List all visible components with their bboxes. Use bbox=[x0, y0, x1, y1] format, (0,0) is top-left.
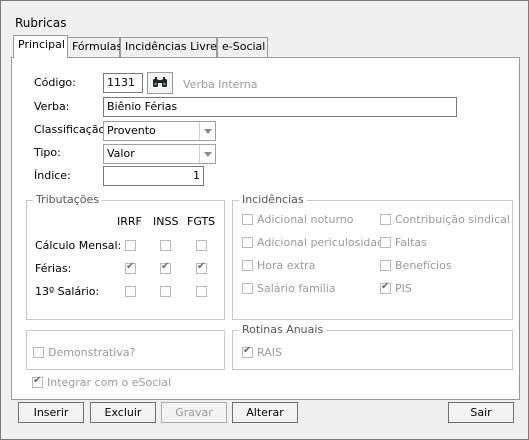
gravar-button[interactable]: Gravar bbox=[161, 402, 227, 423]
tab-formulas[interactable]: Fórmulas bbox=[67, 37, 122, 57]
chevron-down-icon bbox=[199, 122, 215, 140]
incidencias-group: Incidências Adicional noturno Adicional … bbox=[232, 193, 513, 320]
verba-label: Verba: bbox=[34, 100, 70, 113]
adicional-noturno-checkbox[interactable] bbox=[242, 214, 253, 225]
decimo-fgts-checkbox[interactable] bbox=[196, 286, 207, 297]
rotinas-anuais-group: Rotinas Anuais ✔ RAIS bbox=[232, 323, 513, 370]
tab-principal[interactable]: Principal bbox=[13, 35, 68, 58]
demonstrativa-checkbox[interactable] bbox=[33, 347, 44, 358]
esocial-label: Integrar com o eSocial bbox=[47, 376, 172, 389]
col-irrf: IRRF bbox=[117, 215, 142, 228]
checkmark-icon: ✔ bbox=[243, 345, 252, 356]
beneficios-checkbox[interactable] bbox=[380, 260, 391, 271]
window-title: Rubricas bbox=[15, 16, 67, 30]
binoculars-icon bbox=[152, 76, 168, 91]
verba-field[interactable]: Biênio Férias bbox=[103, 97, 457, 117]
chevron-down-icon bbox=[199, 145, 215, 163]
principal-panel: Código: 1131 Verba Interna Verba: Biênio… bbox=[11, 57, 520, 400]
alterar-button[interactable]: Alterar bbox=[232, 402, 298, 423]
excluir-button[interactable]: Excluir bbox=[90, 402, 156, 423]
tab-incidencias-livres[interactable]: Incidências Livres bbox=[120, 37, 223, 57]
esocial-checkbox[interactable]: ✔ bbox=[32, 375, 43, 388]
hora-extra-checkbox[interactable] bbox=[242, 260, 253, 271]
codigo-label: Código: bbox=[34, 76, 76, 89]
faltas-label: Faltas bbox=[395, 236, 427, 249]
checkmark-icon: ✔ bbox=[381, 281, 390, 292]
demonstrativa-box: Demonstrativa? bbox=[26, 330, 225, 370]
rubricas-window: Rubricas Principal Fórmulas Incidências … bbox=[0, 0, 529, 440]
adicional-noturno-label: Adicional noturno bbox=[257, 213, 354, 226]
salario-familia-checkbox[interactable] bbox=[242, 283, 253, 294]
decimo-terceiro-label: 13º Salário: bbox=[35, 285, 100, 298]
calculo-mensal-irrf-checkbox[interactable] bbox=[125, 240, 136, 251]
classificacao-label: Classificação: bbox=[34, 123, 109, 136]
rotinas-anuais-title: Rotinas Anuais bbox=[239, 323, 327, 336]
tipo-value: Valor bbox=[107, 147, 135, 160]
calculo-mensal-label: Cálculo Mensal: bbox=[35, 239, 122, 252]
hora-extra-label: Hora extra bbox=[257, 259, 316, 272]
tipo-label: Tipo: bbox=[34, 146, 61, 159]
indice-field[interactable]: 1 bbox=[103, 166, 204, 186]
decimo-irrf-checkbox[interactable] bbox=[125, 286, 136, 297]
rais-checkbox[interactable]: ✔ bbox=[242, 345, 253, 358]
tributacoes-group: Tributações IRRF INSS FGTS Cálculo Mensa… bbox=[26, 193, 225, 320]
tributacoes-title: Tributações bbox=[33, 193, 102, 206]
checkmark-icon: ✔ bbox=[197, 261, 206, 272]
adicional-periculosidade-label: Adicional periculosidade bbox=[257, 236, 391, 249]
indice-label: Índice: bbox=[34, 169, 71, 182]
contribuicao-sindical-label: Contribuição sindical bbox=[395, 213, 510, 226]
classificacao-value: Provento bbox=[107, 124, 156, 137]
adicional-periculosidade-checkbox[interactable] bbox=[242, 237, 253, 248]
pis-label: PIS bbox=[395, 282, 412, 295]
rais-label: RAIS bbox=[257, 346, 282, 359]
col-fgts: FGTS bbox=[187, 215, 216, 228]
decimo-inss-checkbox[interactable] bbox=[160, 286, 171, 297]
ferias-inss-checkbox[interactable]: ✔ bbox=[160, 261, 171, 274]
ferias-fgts-checkbox[interactable]: ✔ bbox=[196, 261, 207, 274]
contribuicao-sindical-checkbox[interactable] bbox=[380, 214, 391, 225]
col-inss: INSS bbox=[153, 215, 179, 228]
verba-interna-label: Verba Interna bbox=[183, 78, 258, 91]
tab-esocial[interactable]: e-Social bbox=[217, 37, 268, 57]
calculo-mensal-inss-checkbox[interactable] bbox=[160, 240, 171, 251]
checkmark-icon: ✔ bbox=[126, 261, 135, 272]
search-button[interactable] bbox=[147, 72, 173, 94]
pis-checkbox[interactable]: ✔ bbox=[380, 281, 391, 294]
calculo-mensal-fgts-checkbox[interactable] bbox=[196, 240, 207, 251]
tipo-select[interactable]: Valor bbox=[103, 144, 216, 164]
codigo-field[interactable]: 1131 bbox=[103, 73, 143, 93]
beneficios-label: Benefícios bbox=[395, 259, 452, 272]
checkmark-icon: ✔ bbox=[33, 375, 42, 386]
demonstrativa-label: Demonstrativa? bbox=[48, 346, 136, 359]
ferias-label: Férias: bbox=[35, 262, 72, 275]
faltas-checkbox[interactable] bbox=[380, 237, 391, 248]
incidencias-title: Incidências bbox=[239, 193, 307, 206]
inserir-button[interactable]: Inserir bbox=[18, 402, 84, 423]
sair-button[interactable]: Sair bbox=[448, 402, 514, 423]
salario-familia-label: Salário família bbox=[257, 282, 336, 295]
checkmark-icon: ✔ bbox=[161, 261, 170, 272]
classificacao-select[interactable]: Provento bbox=[103, 121, 216, 141]
ferias-irrf-checkbox[interactable]: ✔ bbox=[125, 261, 136, 274]
